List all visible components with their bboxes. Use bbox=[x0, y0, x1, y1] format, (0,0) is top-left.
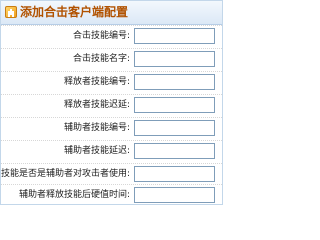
panel-title: 添加合击客户端配置 bbox=[20, 5, 129, 19]
caster-skill-delay-label: 释放者技能迟延: bbox=[63, 100, 130, 110]
form-row-assist-on-attacker: 技能是否是辅助者对攻击者使用: bbox=[1, 163, 222, 186]
form-row-combo-skill-name: 合击技能名字: bbox=[1, 48, 222, 71]
assist-skill-delay-label: 辅助者技能延迟: bbox=[63, 146, 130, 156]
assist-skill-id-label: 辅助者技能编号: bbox=[63, 123, 130, 133]
assist-stiff-time-input[interactable] bbox=[134, 187, 215, 203]
form-row-assist-skill-id: 辅助者技能编号: bbox=[1, 117, 222, 140]
form-row-combo-skill-id: 合击技能编号: bbox=[1, 25, 222, 48]
combo-skill-id-input[interactable] bbox=[134, 28, 215, 44]
assist-skill-id-input[interactable] bbox=[134, 120, 215, 136]
assist-on-attacker-input[interactable] bbox=[134, 166, 215, 182]
form-row-caster-skill-delay: 释放者技能迟延: bbox=[1, 94, 222, 117]
caster-skill-id-label: 释放者技能编号: bbox=[63, 77, 130, 87]
form-icon bbox=[5, 6, 17, 18]
add-combo-skill-config-panel: 添加合击客户端配置 合击技能编号: 合击技能名字: 释放者技能编号: 释放者技能… bbox=[0, 0, 223, 205]
assist-stiff-time-label: 辅助者释放技能后硬值时间: bbox=[18, 190, 130, 200]
assist-skill-delay-input[interactable] bbox=[134, 143, 215, 159]
form-row-assist-stiff-time: 辅助者释放技能后硬值时间: bbox=[1, 184, 222, 207]
combo-skill-id-label: 合击技能编号: bbox=[72, 31, 130, 41]
caster-skill-id-input[interactable] bbox=[134, 74, 215, 90]
panel-title-bar: 添加合击客户端配置 bbox=[1, 1, 222, 25]
combo-skill-name-input[interactable] bbox=[134, 51, 215, 67]
form-row-assist-skill-delay: 辅助者技能延迟: bbox=[1, 140, 222, 163]
form-row-caster-skill-id: 释放者技能编号: bbox=[1, 71, 222, 94]
combo-skill-name-label: 合击技能名字: bbox=[72, 54, 130, 64]
assist-on-attacker-label: 技能是否是辅助者对攻击者使用: bbox=[0, 169, 130, 179]
caster-skill-delay-input[interactable] bbox=[134, 97, 215, 113]
